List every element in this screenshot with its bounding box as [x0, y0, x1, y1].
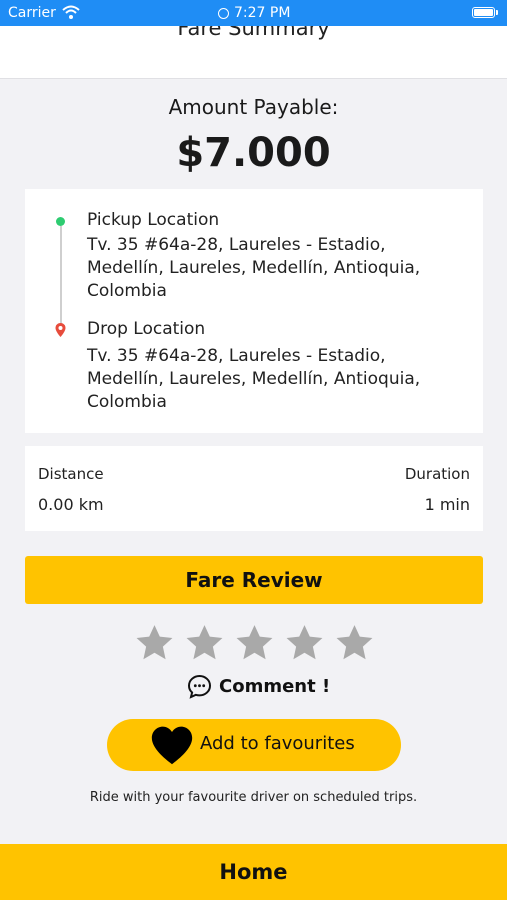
pickup-address: Tv. 35 #64a-28, Laureles - Estadio, Mede… [87, 234, 457, 303]
add-to-favourites-label: Add to favourites [200, 733, 355, 754]
pickup-address-line: Tv. 35 #64a-28, Laureles - Estadio, [87, 235, 386, 255]
drop-address: Tv. 35 #64a-28, Laureles - Estadio, Mede… [87, 345, 457, 414]
pickup-title: Pickup Location [87, 210, 220, 230]
pickup-dot-icon [56, 217, 65, 226]
star-icon[interactable] [284, 621, 325, 665]
comment-button[interactable]: Comment ! [187, 674, 330, 699]
battery-icon [472, 7, 498, 18]
star-icon[interactable] [134, 621, 175, 665]
distance-label: Distance [38, 465, 104, 483]
star-icon[interactable] [184, 621, 225, 665]
rating-stars [134, 621, 375, 665]
favourites-note: Ride with your favourite driver on sched… [89, 790, 418, 805]
fare-review-button[interactable]: Fare Review [25, 556, 483, 604]
route-line [60, 226, 62, 326]
chat-bubble-icon [187, 674, 212, 699]
trip-stats-card: Distance 0.00 km Duration 1 min [25, 446, 483, 531]
page-header: Fare Summary [0, 26, 507, 79]
pickup-address-line: Medellín, Laureles, Medellín, Antioquia, [87, 258, 421, 278]
duration-label: Duration [404, 465, 470, 483]
distance-value: 0.00 km [38, 495, 104, 514]
drop-pin-icon [55, 323, 66, 337]
drop-address-line: Medellín, Laureles, Medellín, Antioquia, [87, 369, 421, 389]
status-bar: Carrier 7:27 PM [0, 0, 507, 26]
drop-address-line: Colombia [87, 392, 167, 412]
home-button[interactable]: Home [0, 844, 507, 900]
duration-value: 1 min [424, 495, 470, 514]
clock: 7:27 PM [218, 5, 290, 21]
amount-payable-value: $7.000 [176, 130, 331, 176]
time-label: 7:27 PM [234, 5, 291, 21]
drop-title: Drop Location [87, 319, 206, 339]
locations-card: Pickup Location Tv. 35 #64a-28, Laureles… [25, 189, 483, 433]
pickup-address-line: Colombia [87, 281, 167, 301]
drop-address-line: Tv. 35 #64a-28, Laureles - Estadio, [87, 346, 386, 366]
page-title: Fare Summary [177, 26, 330, 40]
alarm-icon [218, 7, 229, 19]
star-icon[interactable] [334, 621, 375, 665]
comment-label: Comment ! [219, 676, 331, 697]
wifi-icon [62, 5, 80, 19]
carrier-label: Carrier [8, 5, 56, 21]
heart-icon [151, 726, 193, 765]
star-icon[interactable] [234, 621, 275, 665]
amount-payable-label: Amount Payable: [168, 95, 339, 119]
add-to-favourites-button[interactable]: Add to favourites [107, 719, 401, 771]
